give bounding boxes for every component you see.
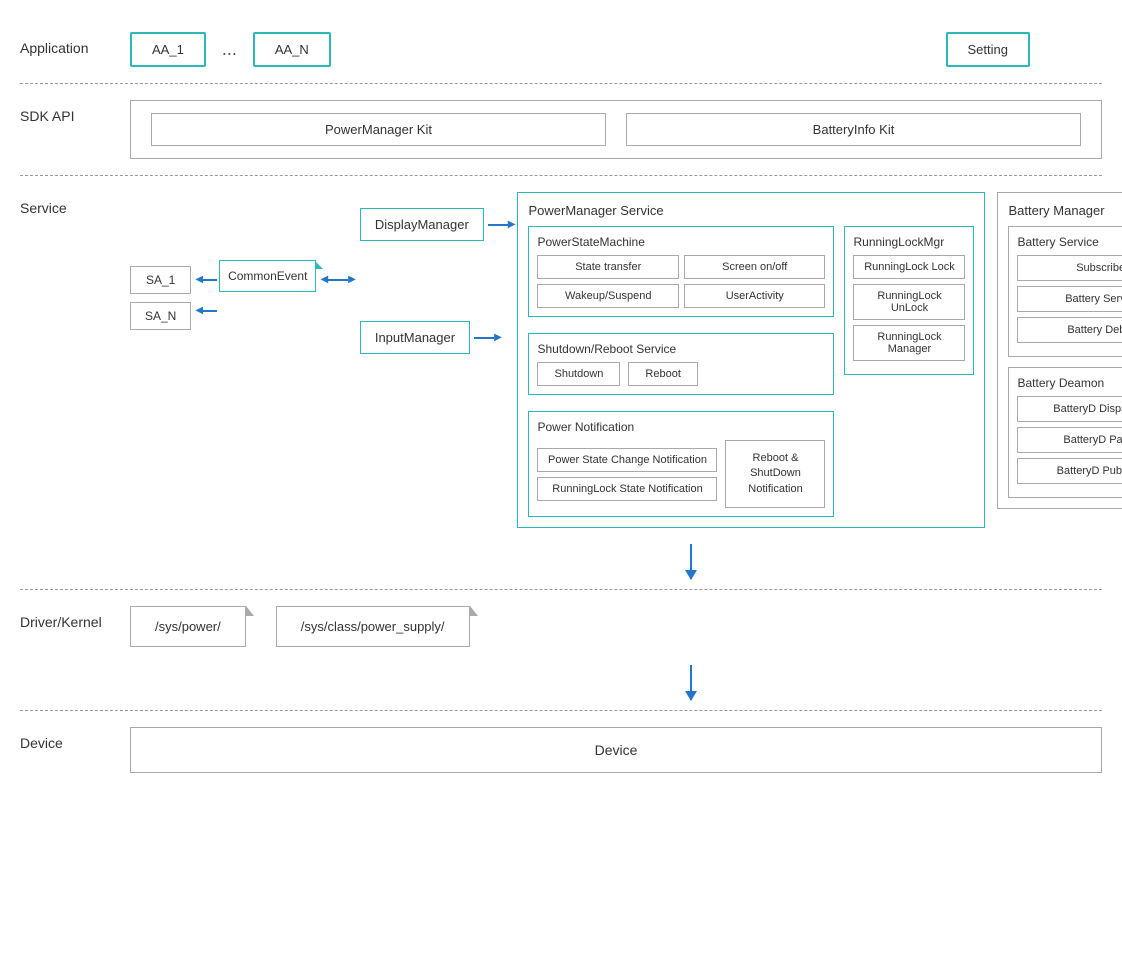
app-box-aa1: AA_1 [130,32,206,67]
device-box: Device [130,727,1102,773]
device-content: Device [130,727,1102,773]
service-label: Service [20,192,130,216]
psm-item-1: Screen on/off [684,255,826,279]
app-box-aan: AA_N [253,32,331,67]
dk-box-power-border: /sys/power/ [130,606,246,647]
sdk-container: PowerManager Kit BatteryInfo Kit [130,100,1102,159]
down-arrow-2-container [20,659,1102,706]
service-layer: Service SA_1 SA_N ◀ ◀ CommonEvent [20,180,1102,538]
bs-item-1: Battery Service [1017,286,1122,312]
battery-daemon-title: Battery Deamon [1017,376,1122,390]
pn-row: Power State Change Notification RunningL… [537,440,825,508]
srs-row: Shutdown Reboot [537,362,825,386]
driver-content: /sys/power/ /sys/class/power_supply/ [130,606,1102,647]
driver-layer: Driver/Kernel /sys/power/ /sys/class/pow… [20,594,1102,659]
rlm-box: RunningLockMgr RunningLock Lock RunningL… [844,226,974,375]
divider-3 [20,589,1102,590]
battery-manager-title: Battery Manager [1008,203,1122,218]
battery-service-title: Battery Service [1017,235,1122,249]
pn-item-1: RunningLock State Notification [537,477,717,501]
dk-box-class: /sys/class/power_supply/ [276,606,470,647]
device-label: Device [20,727,130,751]
bs-item-0: Subscriber [1017,255,1122,281]
app-dots: ... [218,39,241,60]
service-main: SA_1 SA_N ◀ ◀ CommonEvent ◀ [130,192,1122,528]
psm-item-0: State transfer [537,255,679,279]
input-manager-box: InputManager [360,321,470,354]
dk-box-class-border: /sys/class/power_supply/ [276,606,470,647]
pn-item-0: Power State Change Notification [537,448,717,472]
sdk-kit-powermanager: PowerManager Kit [151,113,606,146]
psm-item-2: Wakeup/Suspend [537,284,679,308]
battery-daemon-box: Battery Deamon BatteryD Dispatcher Batte… [1008,367,1122,498]
sdk-content: PowerManager Kit BatteryInfo Kit [130,100,1102,159]
dk-container: /sys/power/ /sys/class/power_supply/ [130,606,1102,647]
bd-item-2: BatteryD Publisher [1017,458,1122,484]
battery-service-box: Battery Service Subscriber Battery Servi… [1008,226,1122,357]
pn-right: Reboot &ShutDown Notification [725,440,825,508]
rlm-title: RunningLockMgr [853,235,965,249]
pm-inner-row: PowerStateMachine State transfer Screen … [528,226,974,517]
pn-title: Power Notification [537,420,825,434]
dk-box-power: /sys/power/ [130,606,246,647]
psm-box: PowerStateMachine State transfer Screen … [528,226,834,317]
bd-item-1: BatteryD Parser [1017,427,1122,453]
battery-manager-container: Battery Manager Battery Service Subscrib… [997,192,1122,509]
divider-2 [20,175,1102,176]
sa-box-n: SA_N [130,302,191,330]
sdk-kit-batteryinfo: BatteryInfo Kit [626,113,1081,146]
pm-service-container: PowerManager Service PowerStateMachine S… [517,192,985,528]
psm-title: PowerStateMachine [537,235,825,249]
bd-item-0: BatteryD Dispatcher [1017,396,1122,422]
common-event-label: CommonEvent [228,269,307,283]
common-event-box: CommonEvent [219,260,316,292]
rlm-item-2: RunningLockManager [853,325,965,361]
srs-box: Shutdown/Reboot Service Shutdown Reboot [528,333,834,395]
app-box-setting: Setting [946,32,1030,67]
srs-title: Shutdown/Reboot Service [537,342,825,356]
srs-item-1: Reboot [628,362,697,386]
application-label: Application [20,32,130,56]
pn-box: Power Notification Power State Change No… [528,411,834,517]
device-layer: Device Device [20,715,1102,785]
dk-box-class-text: /sys/class/power_supply/ [301,619,445,634]
sa-box-1: SA_1 [130,266,191,294]
dk-box-power-text: /sys/power/ [155,619,221,634]
driver-label: Driver/Kernel [20,606,130,630]
divider-4 [20,710,1102,711]
pn-left: Power State Change Notification RunningL… [537,448,717,501]
application-content: AA_1 ... AA_N Setting [130,32,1102,67]
pm-service-title: PowerManager Service [528,203,974,218]
rlm-item-1: RunningLockUnLock [853,284,965,320]
display-manager-box: DisplayManager [360,208,484,241]
bs-item-2: Battery Debug [1017,317,1122,343]
application-layer: Application AA_1 ... AA_N Setting [20,20,1102,79]
down-arrow-1-container [20,538,1102,585]
down-arrow-2 [690,665,692,700]
divider-1 [20,83,1102,84]
psm-grid: State transfer Screen on/off Wakeup/Susp… [537,255,825,308]
srs-item-0: Shutdown [537,362,620,386]
down-arrow-1 [690,544,692,579]
sdk-label: SDK API [20,100,130,124]
psm-item-3: UserActivity [684,284,826,308]
rlm-item-0: RunningLock Lock [853,255,965,279]
sdk-layer: SDK API PowerManager Kit BatteryInfo Kit [20,88,1102,171]
